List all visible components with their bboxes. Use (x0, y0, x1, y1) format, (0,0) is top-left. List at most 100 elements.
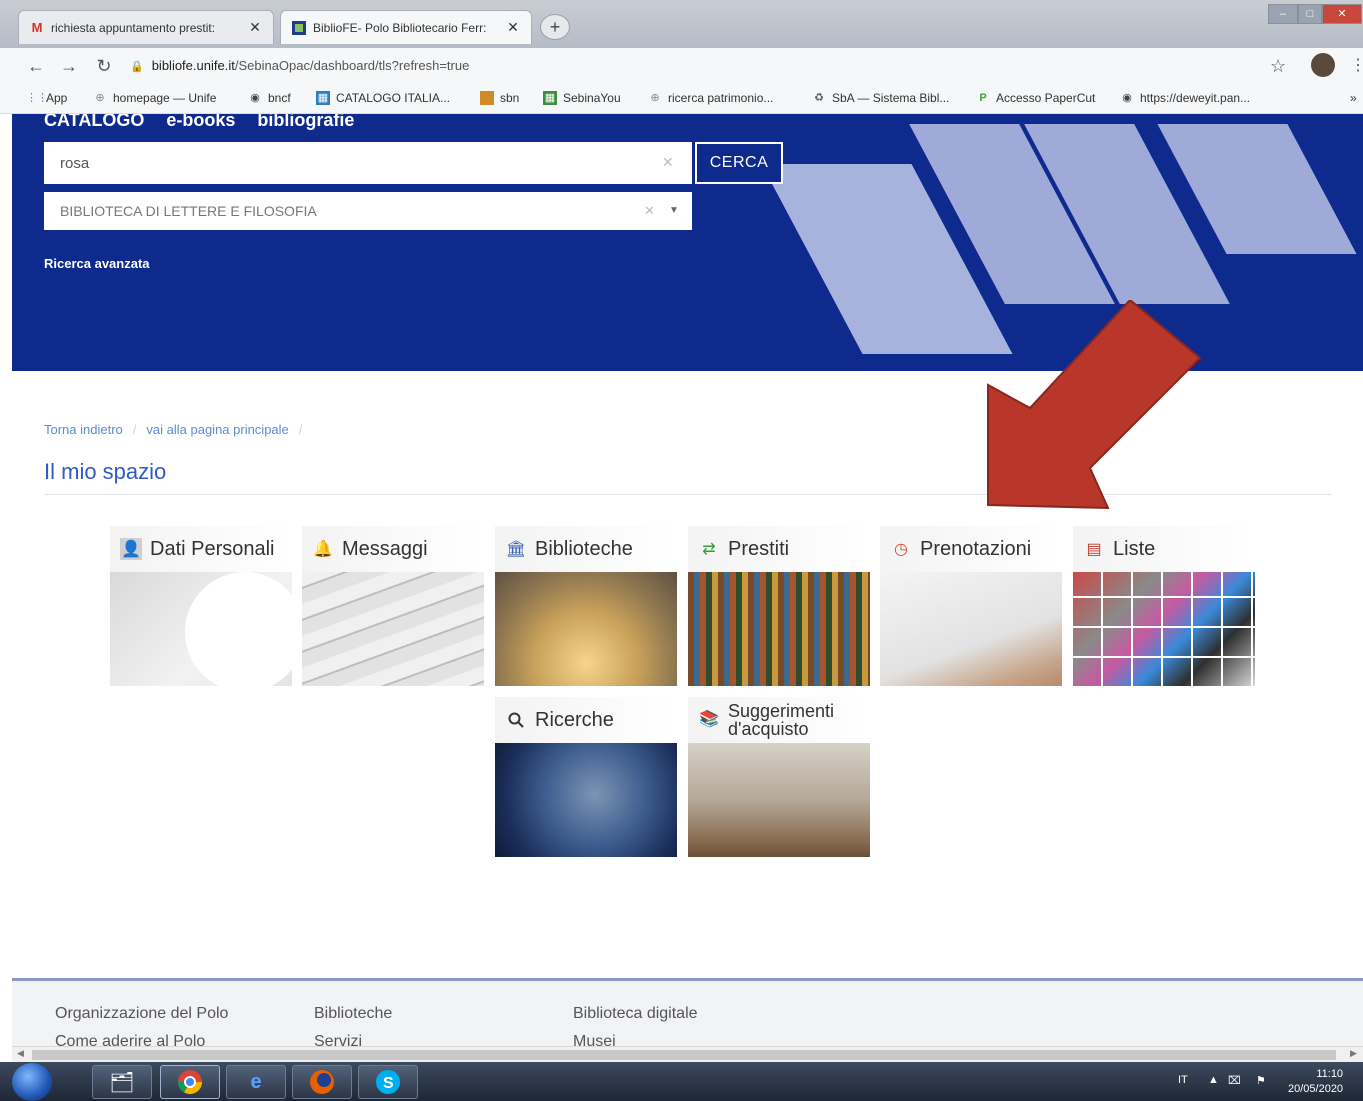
bookmark-bncf[interactable]: ◉ bncf (248, 91, 291, 105)
tile-header: Ricerche (495, 697, 677, 743)
tile-image (110, 572, 292, 686)
bibliofe-icon (291, 20, 307, 35)
search-icon (505, 709, 527, 731)
tile-header: 🏛 Biblioteche (495, 526, 677, 572)
bookmark-sebinayou[interactable]: ▦ SebinaYou (543, 91, 621, 105)
firefox-icon[interactable] (292, 1065, 352, 1099)
nav-ebooks[interactable]: e-books (166, 114, 235, 131)
folder-icon (480, 91, 494, 105)
list-icon: ▤ (1086, 541, 1102, 558)
action-center-icon[interactable]: ⚑ (1256, 1074, 1266, 1087)
library-icon: 🏛 (505, 541, 527, 558)
network-icon[interactable]: ⌧ (1228, 1074, 1241, 1087)
tab-gmail[interactable]: M richiesta appuntamento prestit: ✕ (18, 10, 274, 44)
clear-icon[interactable]: ✕ (644, 192, 655, 230)
close-window-button[interactable]: ✕ (1322, 4, 1362, 24)
tab-title: BiblioFE- Polo Bibliotecario Ferr: (313, 20, 487, 35)
back-icon[interactable]: ← (24, 54, 48, 78)
nav-catalogo[interactable]: CATALOGO (44, 114, 144, 131)
scrollbar-thumb[interactable] (32, 1050, 1336, 1060)
tile-header: ◷ Prenotazioni (880, 526, 1062, 572)
chevron-down-icon[interactable]: ▼ (669, 192, 679, 230)
url-field[interactable]: 🔒 bibliofe.unife.it/SebinaOpac/dashboard/… (130, 54, 1270, 78)
library-select[interactable]: BIBLIOTECA DI LETTERE E FILOSOFIA ✕ ▼ (44, 192, 692, 230)
breadcrumb-separator: / (132, 422, 137, 437)
library-select-value: BIBLIOTECA DI LETTERE E FILOSOFIA (60, 203, 317, 219)
tile-label: Suggerimenti d'acquisto (728, 701, 835, 739)
books-icon: 📚 (699, 711, 719, 728)
scroll-left-icon[interactable]: ◀ (17, 1048, 24, 1059)
tile-label: Prenotazioni (920, 537, 1032, 560)
screen: M richiesta appuntamento prestit: ✕ Bibl… (0, 0, 1363, 1101)
search-box: ✕ (44, 142, 692, 184)
breadcrumb-home[interactable]: vai alla pagina principale (146, 422, 288, 437)
advanced-search-link[interactable]: Ricerca avanzata (44, 256, 150, 271)
tile-prestiti[interactable]: ⇄ Prestiti (688, 526, 870, 686)
tile-image (688, 572, 870, 686)
bookmark-star-icon[interactable]: ☆ (1270, 54, 1286, 78)
globe-icon: ◉ (1122, 92, 1132, 104)
profile-avatar[interactable] (1311, 53, 1335, 77)
tile-image (1073, 572, 1255, 686)
footer-link[interactable]: Biblioteca digitale (573, 1005, 698, 1023)
close-icon[interactable]: ✕ (247, 19, 263, 36)
bookmark-sbn[interactable]: sbn (480, 91, 519, 105)
language-indicator[interactable]: IT (1178, 1074, 1188, 1086)
tile-liste[interactable]: ▤ Liste (1073, 526, 1255, 686)
search-button[interactable]: CERCA (695, 142, 783, 184)
tile-ricerche[interactable]: Ricerche (495, 697, 677, 857)
page-title: Il mio spazio (44, 459, 167, 484)
clock-date: 20/05/2020 (1288, 1083, 1344, 1095)
search-input[interactable] (44, 142, 644, 184)
scroll-right-icon[interactable]: ▶ (1350, 1048, 1357, 1059)
tab-bibliofe[interactable]: BiblioFE- Polo Bibliotecario Ferr: ✕ (280, 10, 532, 44)
breadcrumb: Torna indietro / vai alla pagina princip… (44, 422, 302, 437)
footer-link[interactable]: Organizzazione del Polo (55, 1005, 228, 1023)
tile-suggerimenti[interactable]: 📚 Suggerimenti d'acquisto (688, 697, 870, 857)
clock[interactable]: 11:10 20/05/2020 (1288, 1067, 1343, 1097)
bookmark-papercut[interactable]: P Accesso PaperCut (976, 91, 1095, 105)
user-icon: 👤 (120, 538, 142, 560)
bookmarks-overflow-icon[interactable]: » (1350, 91, 1357, 105)
tile-label: Ricerche (535, 708, 614, 731)
tile-biblioteche[interactable]: 🏛 Biblioteche (495, 526, 677, 686)
bookmark-ricerca[interactable]: ⊕ ricerca patrimonio... (648, 91, 773, 105)
tile-label: Messaggi (342, 537, 428, 560)
url-host: bibliofe.unife.it (151, 58, 235, 73)
tile-image (688, 743, 870, 857)
tile-label: Dati Personali (150, 537, 275, 560)
forward-icon[interactable]: → (57, 54, 81, 78)
minimize-button[interactable]: – (1268, 4, 1298, 24)
bookmark-dewey[interactable]: ◉ https://deweyit.pan... (1120, 91, 1250, 105)
tile-messaggi[interactable]: 🔔 Messaggi (302, 526, 484, 686)
bookmark-sba[interactable]: ♻ SbA — Sistema Bibl... (812, 91, 949, 105)
close-icon[interactable]: ✕ (505, 19, 521, 36)
reload-icon[interactable]: ↻ (92, 54, 116, 78)
tile-dati-personali[interactable]: 👤 Dati Personali (110, 526, 292, 686)
tile-prenotazioni[interactable]: ◷ Prenotazioni (880, 526, 1062, 686)
tray-expand-icon[interactable]: ▲ (1208, 1074, 1219, 1086)
bookmark-apps[interactable]: ⋮⋮ App (26, 91, 67, 105)
maximize-button[interactable]: □ (1298, 4, 1322, 24)
chrome-icon[interactable] (160, 1065, 220, 1099)
horizontal-scrollbar[interactable]: ◀ ▶ (12, 1046, 1363, 1062)
clear-icon[interactable]: ✕ (662, 154, 674, 171)
new-tab-button[interactable]: + (540, 14, 570, 40)
clock-icon: ◷ (894, 541, 908, 558)
start-button[interactable] (12, 1063, 52, 1101)
skype-icon[interactable]: S (358, 1065, 418, 1099)
tile-image (495, 743, 677, 857)
internet-explorer-icon[interactable]: e (226, 1065, 286, 1099)
breadcrumb-back[interactable]: Torna indietro (44, 422, 123, 437)
file-explorer-icon[interactable]: 🗂 (92, 1065, 152, 1099)
bookmark-unife[interactable]: ⊕ homepage — Unife (93, 91, 216, 105)
tile-label: Liste (1113, 537, 1156, 560)
catalog-nav: CATALOGO e-books bibliografie (44, 114, 354, 131)
footer-link[interactable]: Biblioteche (314, 1005, 392, 1023)
bookmark-catalogo[interactable]: ▦ CATALOGO ITALIA... (316, 91, 450, 105)
tile-header: ⇄ Prestiti (688, 526, 870, 572)
catalog-icon: ▦ (543, 91, 557, 105)
menu-icon[interactable]: ⋮ (1350, 54, 1363, 78)
nav-bibliografie[interactable]: bibliografie (257, 114, 354, 131)
tile-image (880, 572, 1062, 686)
